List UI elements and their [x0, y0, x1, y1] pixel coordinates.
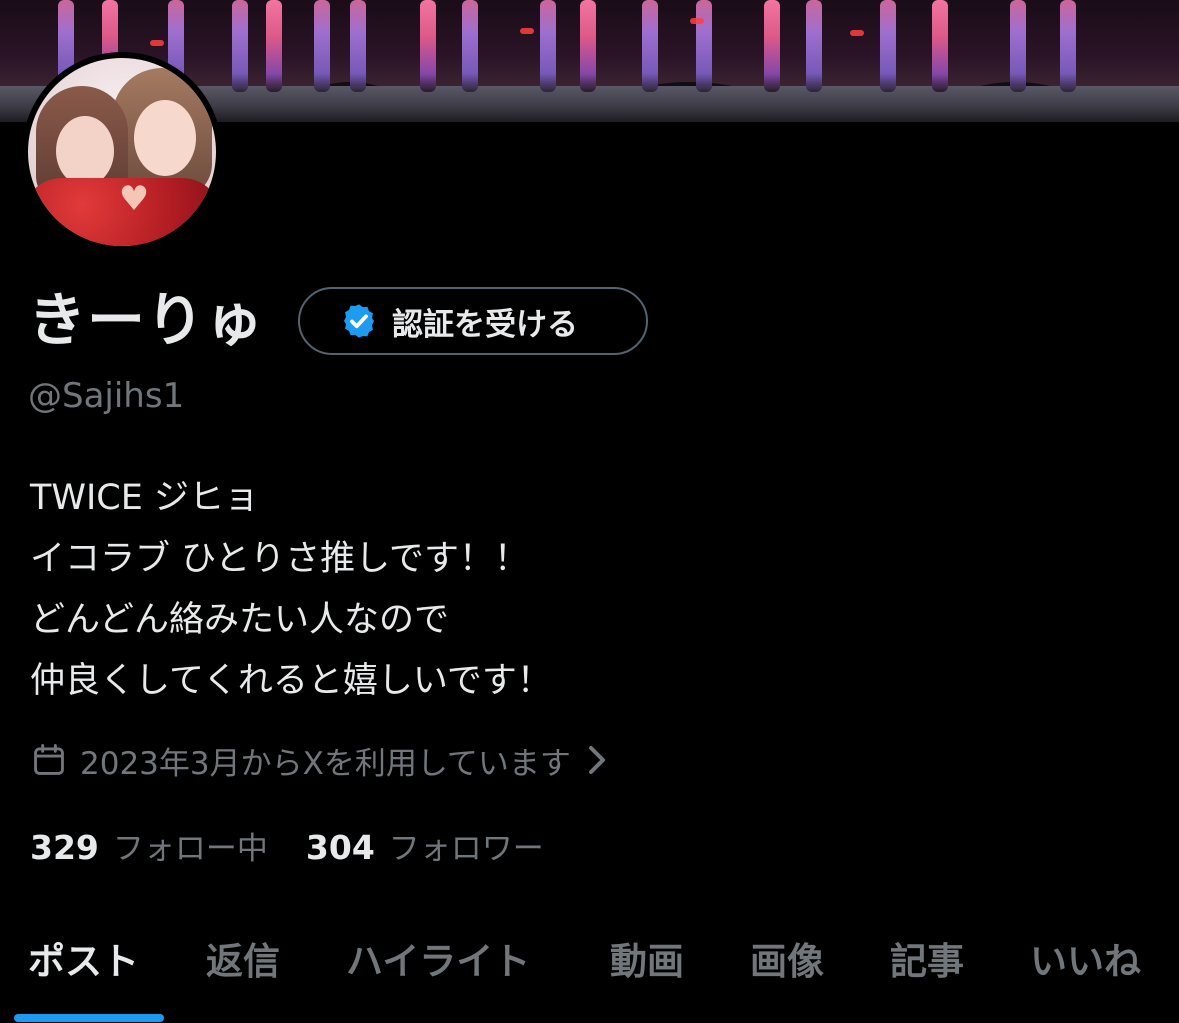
tab-replies[interactable]: 返信: [206, 930, 280, 994]
bio-line: 仲良くしてくれると嬉しいです！: [30, 661, 552, 701]
profile-bio: TWICE ジヒョ イコラブ ひとりさ推しです！！ どんどん絡みたい人なので 仲…: [30, 468, 1150, 712]
tab-photos[interactable]: 画像: [750, 930, 824, 994]
chevron-right-icon: [583, 744, 611, 776]
tab-posts[interactable]: ポスト: [28, 930, 139, 994]
get-verified-button[interactable]: 認証を受ける: [298, 287, 648, 355]
followers-link[interactable]: 304 フォロワー: [306, 823, 544, 868]
joined-date-row[interactable]: 2023年3月からXを利用しています: [30, 734, 611, 786]
bio-line: イコラブ ひとりさ推しです！！: [30, 539, 530, 579]
stage-light: [690, 18, 704, 24]
bio-line: どんどん絡みたい人なので: [30, 600, 449, 640]
banner-leg: [1060, 0, 1076, 92]
tab-articles[interactable]: 記事: [890, 930, 964, 994]
display-name: きーりゅ: [28, 286, 265, 354]
tab-likes[interactable]: いいね: [1030, 930, 1141, 994]
banner-leg: [932, 0, 948, 92]
tab-highlights[interactable]: ハイライト: [346, 930, 530, 994]
profile-avatar[interactable]: ♥: [22, 52, 222, 252]
banner-leg: [420, 0, 436, 92]
profile-tabs: ポスト 返信 ハイライト 動画 画像 記事 いいね: [0, 922, 1179, 1023]
banner-leg: [1010, 0, 1026, 92]
stage-light: [520, 28, 534, 34]
following-link[interactable]: 329 フォロー中: [30, 823, 268, 868]
user-handle: @Sajihs1: [28, 376, 185, 416]
following-label: フォロー中: [112, 830, 268, 867]
verified-badge-icon: [340, 302, 378, 340]
followers-label: フォロワー: [388, 830, 544, 867]
banner-leg: [806, 0, 822, 92]
follow-stats: 329 フォロー中 304 フォロワー: [30, 820, 582, 870]
stage-light: [850, 30, 864, 36]
banner-leg: [266, 0, 282, 92]
followers-count: 304: [305, 827, 375, 867]
banner-leg: [696, 0, 712, 92]
avatar-photo: ♥: [28, 58, 216, 246]
banner-leg: [232, 0, 248, 92]
calendar-icon: [30, 741, 68, 779]
active-tab-indicator: [14, 1014, 164, 1022]
bio-line: TWICE ジヒョ: [30, 478, 259, 518]
banner-leg: [540, 0, 556, 92]
joined-date-text: 2023年3月からXを利用しています: [80, 745, 571, 782]
banner-leg: [580, 0, 596, 92]
following-count: 329: [30, 827, 99, 867]
banner-leg: [880, 0, 896, 92]
banner-leg: [350, 0, 366, 92]
banner-leg: [314, 0, 330, 92]
banner-leg: [764, 0, 780, 92]
tab-videos[interactable]: 動画: [610, 930, 684, 994]
banner-leg: [642, 0, 658, 92]
stage-light: [150, 40, 164, 46]
banner-leg: [462, 0, 478, 92]
get-verified-label: 認証を受ける: [392, 306, 578, 343]
